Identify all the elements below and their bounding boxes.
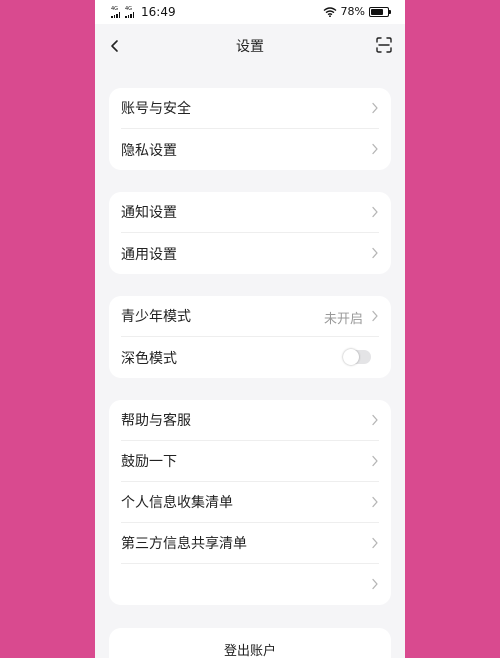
chevron-right-icon (372, 310, 378, 322)
signal-icon: 4G (125, 6, 134, 18)
settings-item-blank[interactable] (121, 564, 379, 605)
signal-icon: 4G (111, 6, 120, 18)
chevron-right-icon (372, 143, 378, 155)
page-title: 设置 (236, 39, 264, 55)
settings-item-teen-mode[interactable]: 青少年模式 未开启 (121, 296, 379, 337)
status-bar: 4G 4G 16:49 78% (95, 0, 405, 24)
settings-group-general: 通知设置 通用设置 (109, 192, 391, 274)
settings-item-label: 鼓励一下 (121, 454, 177, 470)
settings-item-personal-info-list[interactable]: 个人信息收集清单 (121, 482, 379, 523)
chevron-right-icon (372, 455, 378, 467)
chevron-right-icon (372, 102, 378, 114)
settings-group-account: 账号与安全 隐私设置 (109, 88, 391, 170)
chevron-right-icon (372, 206, 378, 218)
logout-button[interactable]: 登出账户 (109, 628, 391, 658)
chevron-right-icon (372, 537, 378, 549)
settings-item-label: 隐私设置 (121, 142, 177, 159)
scan-icon[interactable] (375, 36, 393, 54)
settings-item-label: 账号与安全 (121, 101, 191, 117)
status-time: 16:49 (141, 5, 176, 19)
status-right: 78% (323, 5, 391, 18)
dark-mode-toggle[interactable] (343, 349, 371, 365)
settings-item-label: 第三方信息共享清单 (121, 536, 247, 552)
settings-item-third-party-list[interactable]: 第三方信息共享清单 (121, 523, 379, 564)
teen-mode-status: 未开启 (323, 312, 363, 327)
chevron-right-icon (372, 414, 378, 426)
settings-item-general[interactable]: 通用设置 (121, 233, 379, 274)
wifi-icon (323, 6, 336, 17)
settings-item-account-security[interactable]: 账号与安全 (121, 88, 379, 129)
phone-screen: 4G 4G 16:49 78% 设置 账号与安全 隐私设置 通知设置 通用设置 … (95, 0, 405, 658)
settings-item-dark-mode: 深色模式 (121, 337, 379, 378)
settings-item-notifications[interactable]: 通知设置 (121, 192, 379, 233)
settings-item-label: 青少年模式 (121, 309, 191, 325)
settings-item-privacy[interactable]: 隐私设置 (121, 129, 379, 170)
settings-item-label: 帮助与客服 (121, 413, 191, 429)
settings-item-label: 通知设置 (121, 205, 177, 221)
settings-item-encourage[interactable]: 鼓励一下 (121, 441, 379, 482)
settings-group-modes: 青少年模式 未开启 深色模式 (109, 296, 391, 378)
status-left: 4G 4G 16:49 (111, 5, 176, 19)
chevron-right-icon (372, 496, 378, 508)
chevron-right-icon (372, 247, 378, 259)
battery-percent: 78% (340, 5, 365, 18)
settings-item-label: 深色模式 (121, 350, 177, 367)
settings-item-help[interactable]: 帮助与客服 (121, 400, 379, 441)
toggle-knob (343, 349, 359, 365)
settings-item-label: 个人信息收集清单 (121, 495, 233, 511)
battery-fill (371, 8, 383, 15)
settings-group-help: 帮助与客服 鼓励一下 个人信息收集清单 第三方信息共享清单 (109, 400, 391, 605)
chevron-right-icon (372, 578, 378, 590)
nav-bar: 设置 (95, 24, 405, 68)
settings-item-label: 通用设置 (121, 246, 177, 263)
battery-icon (369, 6, 391, 17)
